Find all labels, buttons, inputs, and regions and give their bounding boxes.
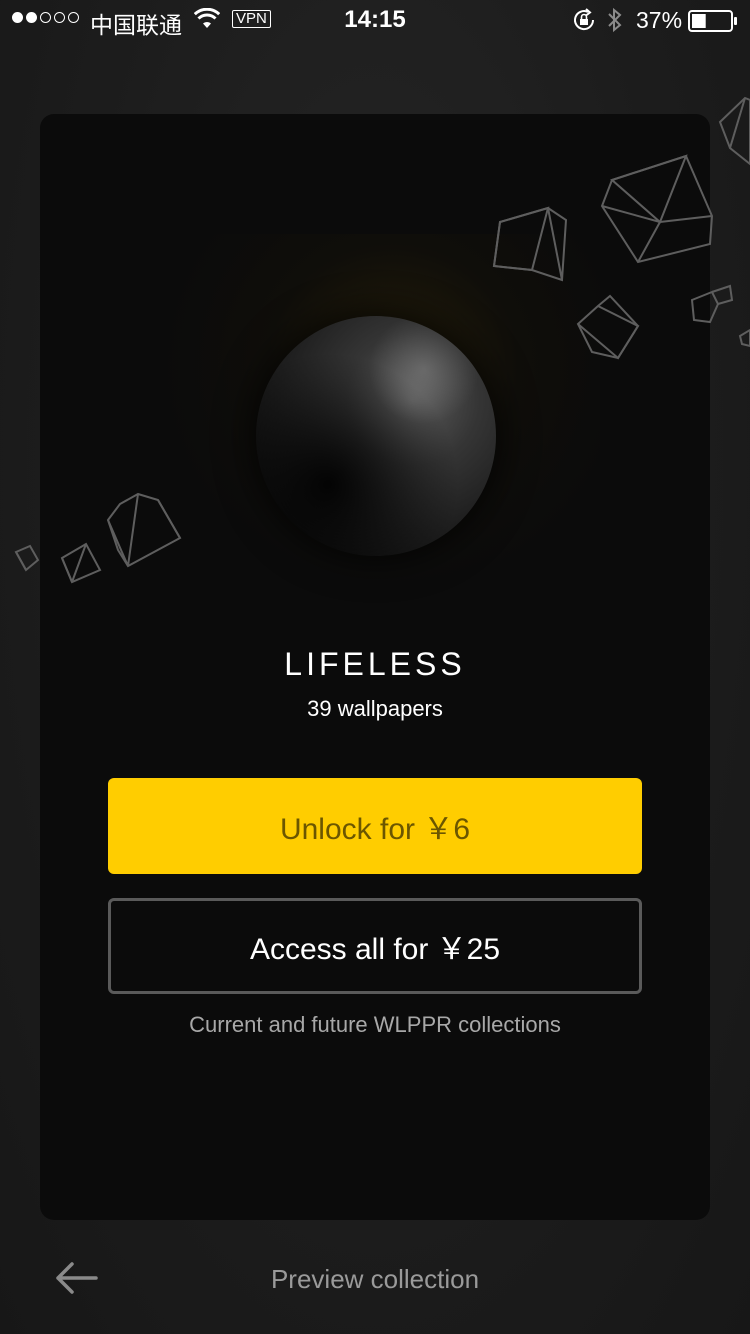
preview-collection-link[interactable]: Preview collection bbox=[0, 1264, 750, 1295]
collection-card: LIFELESS 39 wallpapers Unlock for ￥6 Acc… bbox=[40, 114, 710, 1220]
purchase-screen: 中国联通 VPN 14:15 37% LIFELESS 39 wallpaper… bbox=[0, 0, 750, 1334]
planet-artwork bbox=[256, 316, 496, 556]
battery-percent: 37% bbox=[636, 7, 683, 33]
rotation-lock-icon bbox=[574, 8, 595, 31]
access-all-note: Current and future WLPPR collections bbox=[189, 1012, 561, 1037]
wallpaper-count: 39 wallpapers bbox=[307, 696, 443, 721]
battery-icon bbox=[688, 10, 737, 32]
status-bar: 中国联通 VPN 14:15 37% bbox=[0, 0, 750, 40]
collection-title: LIFELESS bbox=[284, 646, 466, 682]
bluetooth-icon bbox=[608, 7, 622, 33]
unlock-collection-button[interactable]: Unlock for ￥6 bbox=[108, 778, 642, 874]
access-all-button[interactable]: Access all for ￥25 bbox=[108, 898, 642, 994]
